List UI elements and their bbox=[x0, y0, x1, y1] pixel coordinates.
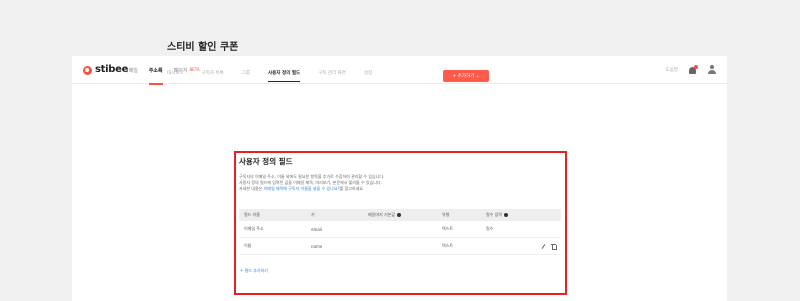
tab-subscriber-list[interactable]: 구독자 목록 bbox=[202, 70, 224, 82]
tab-subscription-management[interactable]: 구독 관리 화면 bbox=[318, 70, 346, 82]
tab-groups[interactable]: 그룹 bbox=[242, 70, 250, 82]
help-link[interactable]: 도움말 bbox=[666, 67, 678, 73]
field-type-cell: 텍스트 bbox=[442, 243, 454, 248]
section-description: 구독자의 이메일 주소, 이름 외에도 필요한 항목을 추가로 수집하여 관리할… bbox=[239, 174, 559, 192]
logo-icon bbox=[83, 65, 92, 75]
address-book-tabs: 대시보드 구독자 목록 그룹 사용자 정의 필드 구독 관리 화면 설정 bbox=[167, 70, 372, 82]
add-button[interactable]: + 추가하기 ⌄ bbox=[443, 70, 489, 82]
trash-icon[interactable] bbox=[551, 243, 557, 250]
help-article-link[interactable]: 이메일 제목에 구독자 이름을 넣을 수 있나요? bbox=[264, 186, 340, 191]
header-field-name: 필드 이름 bbox=[244, 212, 260, 217]
table-row: 이메일 주소 email 텍스트 필수 bbox=[239, 221, 561, 238]
notification-bell-icon[interactable] bbox=[688, 64, 698, 75]
table-header: 필드 이름 키 메일머지 기본값 유형 필수 입력 bbox=[239, 209, 561, 221]
page-title: 스티비 할인 쿠폰 bbox=[167, 42, 239, 53]
notification-dot bbox=[694, 64, 698, 69]
field-name-cell: 이메일 주소 bbox=[244, 226, 264, 231]
header-key: 키 bbox=[311, 212, 315, 217]
header-type: 유형 bbox=[442, 212, 450, 217]
nav-item-address-book[interactable]: 주소록 bbox=[148, 56, 163, 85]
field-required-cell: 필수 bbox=[486, 226, 494, 231]
field-name-cell: 이름 bbox=[244, 243, 252, 248]
section-title: 사용자 정의 필드 bbox=[239, 157, 293, 166]
custom-fields-table: 필드 이름 키 메일머지 기본값 유형 필수 입력 이메일 주소 email 텍… bbox=[239, 209, 561, 255]
header-actions: 도움말 bbox=[666, 64, 717, 75]
stibee-logo[interactable]: stibee bbox=[83, 65, 128, 75]
info-icon[interactable] bbox=[504, 213, 508, 217]
user-avatar-icon[interactable] bbox=[707, 65, 717, 75]
add-field-link[interactable]: + 필드 추가하기 bbox=[240, 268, 268, 274]
header-required: 필수 입력 bbox=[486, 212, 541, 218]
field-type-cell: 텍스트 bbox=[442, 226, 454, 231]
tab-dashboard[interactable]: 대시보드 bbox=[167, 70, 184, 82]
table-row: 이름 name 텍스트 bbox=[239, 238, 561, 255]
field-key-cell: name bbox=[311, 243, 323, 249]
info-icon[interactable] bbox=[397, 213, 402, 217]
header-merge-default: 메일머지 기본값 bbox=[368, 212, 442, 218]
tab-custom-fields[interactable]: 사용자 정의 필드 bbox=[267, 70, 301, 82]
desc-line-3: 자세한 내용은 이메일 제목에 구독자 이름을 넣을 수 있나요?를 참고하세요… bbox=[239, 186, 365, 191]
field-key-cell: email bbox=[311, 226, 323, 232]
tab-settings[interactable]: 설정 bbox=[364, 70, 372, 82]
nav-item-email[interactable]: 이메일 bbox=[124, 56, 138, 84]
edit-icon[interactable] bbox=[541, 244, 546, 249]
